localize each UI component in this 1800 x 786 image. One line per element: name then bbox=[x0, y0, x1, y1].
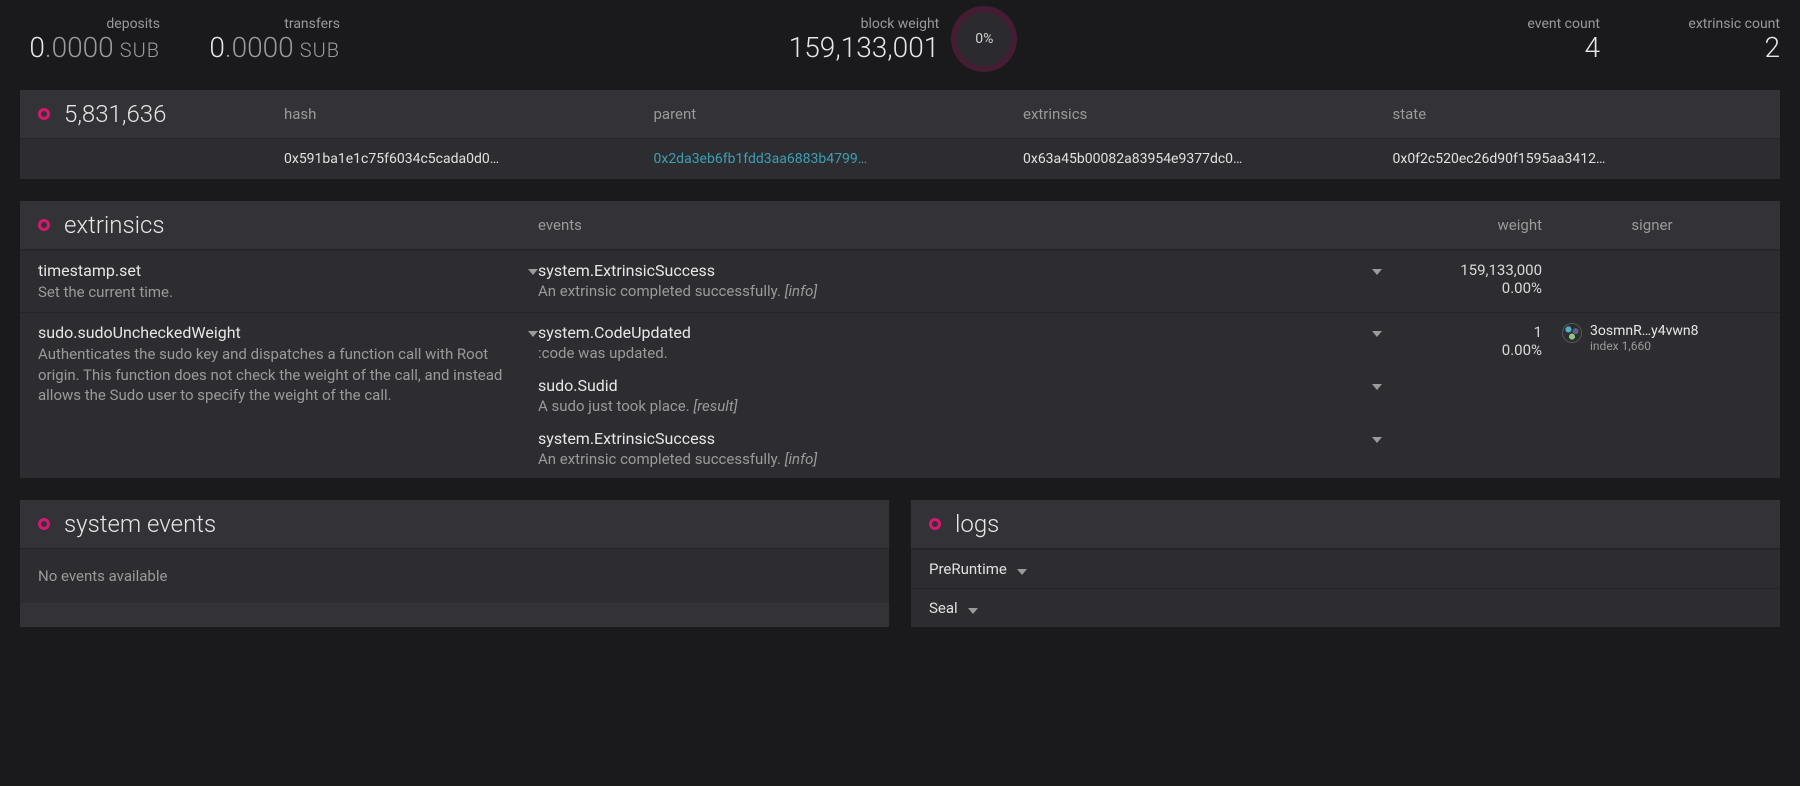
event-name: system.CodeUpdated bbox=[538, 323, 1362, 342]
extrinsic-name: sudo.sudoUncheckedWeight bbox=[38, 323, 518, 342]
event-name: system.ExtrinsicSuccess bbox=[538, 261, 1362, 280]
log-item[interactable]: PreRuntime bbox=[911, 549, 1780, 588]
col-header-parent: parent bbox=[654, 105, 1024, 123]
col-header-events: events bbox=[538, 216, 1382, 234]
block-number: 5,831,636 bbox=[64, 100, 284, 128]
extrinsic-desc: Authenticates the sudo key and dispatche… bbox=[38, 344, 518, 405]
summary-value: 0.0000SUB bbox=[20, 34, 160, 62]
panel-title: logs bbox=[955, 510, 999, 538]
event-name: system.ExtrinsicSuccess bbox=[538, 429, 1362, 448]
col-header-signer: signer bbox=[1542, 216, 1762, 234]
col-header-extrinsics: extrinsics bbox=[1023, 105, 1393, 123]
summary-label: deposits bbox=[20, 16, 160, 32]
event-item: system.ExtrinsicSuccess An extrinsic com… bbox=[538, 261, 1382, 300]
extrinsic-name: timestamp.set bbox=[38, 261, 518, 280]
chevron-down-icon[interactable] bbox=[1372, 269, 1382, 275]
summary-value: 2 bbox=[1640, 34, 1780, 62]
block-hash-row: 0x591ba1e1c75f6034c5cada0d0… 0x2da3eb6fb… bbox=[20, 139, 1780, 179]
chevron-down-icon[interactable] bbox=[528, 269, 538, 275]
block-panel: 5,831,636 hash parent extrinsics state 0… bbox=[20, 90, 1780, 179]
summary-deposits: deposits 0.0000SUB bbox=[20, 16, 160, 62]
event-item: sudo.Sudid A sudo just took place. [resu… bbox=[538, 376, 1382, 415]
summary-label: event count bbox=[1460, 16, 1600, 32]
event-desc: :code was updated. bbox=[538, 344, 1362, 362]
dot-icon bbox=[38, 108, 50, 120]
summary-block-weight: block weight 159,133,001 bbox=[789, 16, 940, 62]
signer-index: index 1,660 bbox=[1590, 339, 1698, 353]
dot-icon bbox=[38, 518, 50, 530]
summary-event-count: event count 4 bbox=[1460, 16, 1600, 62]
block-extrinsics-root[interactable]: 0x63a45b00082a83954e9377dc0… bbox=[1023, 151, 1393, 167]
weight-pct: 0.00% bbox=[1382, 279, 1542, 297]
dot-icon bbox=[929, 518, 941, 530]
chevron-down-icon[interactable] bbox=[528, 331, 538, 337]
block-weight-gauge: 0% bbox=[957, 12, 1011, 66]
weight-pct: 0.00% bbox=[1382, 341, 1542, 359]
summary-label: extrinsic count bbox=[1640, 16, 1780, 32]
summary-label: block weight bbox=[789, 16, 940, 32]
chevron-down-icon[interactable] bbox=[968, 608, 978, 614]
summary-transfers: transfers 0.0000SUB bbox=[200, 16, 340, 62]
identicon-icon[interactable] bbox=[1562, 323, 1582, 343]
chevron-down-icon[interactable] bbox=[1017, 569, 1027, 575]
panel-title: system events bbox=[64, 510, 216, 538]
block-state-root[interactable]: 0x0f2c520ec26d90f1595aa3412… bbox=[1393, 151, 1763, 167]
chevron-down-icon[interactable] bbox=[1372, 331, 1382, 337]
event-item: system.CodeUpdated :code was updated. bbox=[538, 323, 1382, 362]
extrinsic-row: sudo.sudoUncheckedWeight Authenticates t… bbox=[20, 312, 1780, 478]
weight-value: 159,133,000 bbox=[1382, 261, 1542, 279]
event-desc: An extrinsic completed successfully. [in… bbox=[538, 450, 1362, 468]
block-hash[interactable]: 0x591ba1e1c75f6034c5cada0d0… bbox=[284, 151, 654, 167]
event-item: system.ExtrinsicSuccess An extrinsic com… bbox=[538, 429, 1382, 468]
extrinsics-panel: extrinsics events weight signer timestam… bbox=[20, 201, 1780, 478]
system-events-panel: system events No events available bbox=[20, 500, 889, 627]
chevron-down-icon[interactable] bbox=[1372, 437, 1382, 443]
log-item[interactable]: Seal bbox=[911, 588, 1780, 627]
block-parent-link[interactable]: 0x2da3eb6fb1fdd3aa6883b4799… bbox=[654, 151, 1024, 167]
logs-panel: logs PreRuntime Seal bbox=[911, 500, 1780, 627]
col-header-state: state bbox=[1393, 105, 1763, 123]
panel-title: extrinsics bbox=[64, 211, 165, 239]
weight-value: 1 bbox=[1382, 323, 1542, 341]
empty-message: No events available bbox=[20, 549, 889, 603]
col-header-weight: weight bbox=[1382, 216, 1542, 234]
col-header-hash: hash bbox=[284, 105, 654, 123]
event-desc: An extrinsic completed successfully. [in… bbox=[538, 282, 1362, 300]
summary-value: 159,133,001 bbox=[789, 34, 940, 62]
dot-icon bbox=[38, 219, 50, 231]
extrinsic-row: timestamp.set Set the current time. syst… bbox=[20, 250, 1780, 312]
event-desc: A sudo just took place. [result] bbox=[538, 397, 1362, 415]
extrinsic-desc: Set the current time. bbox=[38, 282, 518, 302]
signer-address[interactable]: 3osmnR…y4vwn8 bbox=[1590, 323, 1698, 339]
summary-value: 4 bbox=[1460, 34, 1600, 62]
chevron-down-icon[interactable] bbox=[1372, 384, 1382, 390]
summary-row: deposits 0.0000SUB transfers 0.0000SUB b… bbox=[20, 12, 1780, 66]
event-name: sudo.Sudid bbox=[538, 376, 1362, 395]
summary-extrinsic-count: extrinsic count 2 bbox=[1640, 16, 1780, 62]
summary-value: 0.0000SUB bbox=[200, 34, 340, 62]
summary-label: transfers bbox=[200, 16, 340, 32]
